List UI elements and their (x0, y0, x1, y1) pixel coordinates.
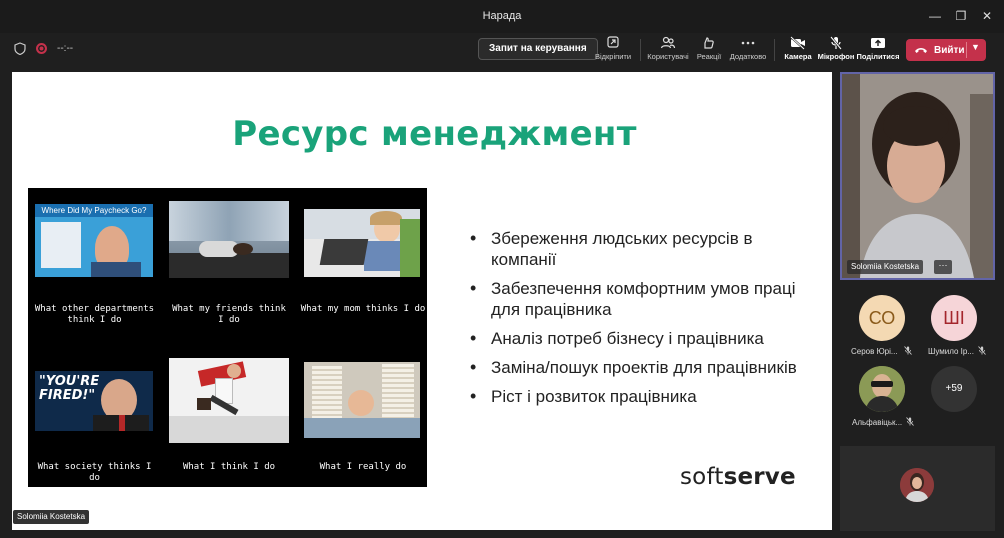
slide-title: Ресурс менеджмент (232, 114, 637, 154)
reactions-icon (704, 37, 714, 49)
avatar-photo (900, 468, 934, 502)
more-icon (741, 41, 755, 45)
more-options-icon[interactable]: ··· (934, 260, 952, 274)
bullet-item: Ріст і розвиток працівника (468, 386, 798, 407)
title-bar: Нарада — ❐ ✕ (0, 0, 1004, 33)
participant-name: Серов Юрі... (851, 347, 898, 356)
bullet-item: Забезпечення комфортним умов праці для п… (468, 278, 798, 320)
restore-icon[interactable]: ❐ (954, 9, 968, 23)
meme-panel: "YOU'RE FIRED!" (35, 371, 153, 431)
share-icon (871, 38, 885, 48)
microphone-off-icon (978, 346, 986, 355)
meeting-timer: --:-- (57, 43, 74, 54)
people-icon (660, 36, 676, 49)
bullet-item: Аналіз потреб бізнесу і працівника (468, 328, 798, 349)
meme-panel (304, 209, 420, 277)
participant-name-tag: Solomiia Kostetska (847, 260, 924, 274)
window-title: Нарада (482, 10, 522, 22)
more-button[interactable]: Додатково (725, 36, 771, 61)
participant-photo-avatar[interactable] (859, 366, 905, 412)
camera-off-icon (790, 36, 805, 50)
microphone-off-icon (830, 36, 842, 50)
request-control-button[interactable]: Запит на керування (478, 38, 598, 60)
minimize-icon[interactable]: — (928, 9, 942, 23)
slide-bullet-list: Збереження людських ресурсів в компанії … (468, 228, 798, 415)
softserve-logo: softserve (680, 464, 796, 490)
participant-avatar[interactable]: СО (859, 295, 905, 341)
recording-icon (36, 43, 47, 54)
self-avatar (900, 468, 934, 502)
meme-panel (304, 362, 420, 438)
meeting-toolbar: --:-- Запит на керування Відкріпити Кори… (0, 33, 1004, 68)
self-view-tile[interactable] (840, 446, 995, 531)
shared-screen: Ресурс менеджмент Where Did My Paycheck … (12, 72, 832, 530)
microphone-off-icon (904, 346, 912, 355)
shield-icon (14, 42, 26, 55)
participant-avatar[interactable]: ШІ (931, 295, 977, 341)
close-icon[interactable]: ✕ (980, 9, 994, 23)
leave-button[interactable]: Вийти ▼ (906, 39, 986, 61)
presenter-name-tag: Solomiia Kostetska (13, 510, 90, 524)
meme-image: Where Did My Paycheck Go? What other dep… (28, 188, 427, 487)
share-button[interactable]: Поділитися (855, 36, 901, 61)
meme-panel: Where Did My Paycheck Go? (35, 204, 153, 277)
meme-panel (169, 201, 289, 278)
microphone-button[interactable]: Мікрофон (813, 36, 859, 61)
microphone-off-icon (906, 417, 914, 426)
participant-video (842, 74, 993, 278)
people-button[interactable]: Користувачі (645, 36, 691, 61)
participant-name: Шумило Ір... (928, 347, 974, 356)
unpin-button[interactable]: Відкріпити (590, 36, 636, 61)
avatar-photo (859, 366, 905, 412)
bullet-item: Заміна/пошук проектів для працівників (468, 357, 798, 378)
toolbar-divider (640, 39, 641, 61)
hang-up-icon (915, 48, 927, 53)
chevron-down-icon[interactable]: ▼ (971, 42, 980, 52)
bullet-item: Збереження людських ресурсів в компанії (468, 228, 798, 270)
participant-name: Альфавіцьк... (852, 418, 903, 427)
participant-video-tile[interactable]: Solomiia Kostetska ··· (840, 72, 995, 280)
unpin-icon (607, 36, 619, 48)
more-participants-button[interactable]: +59 (931, 366, 977, 412)
meme-panel (169, 358, 289, 443)
